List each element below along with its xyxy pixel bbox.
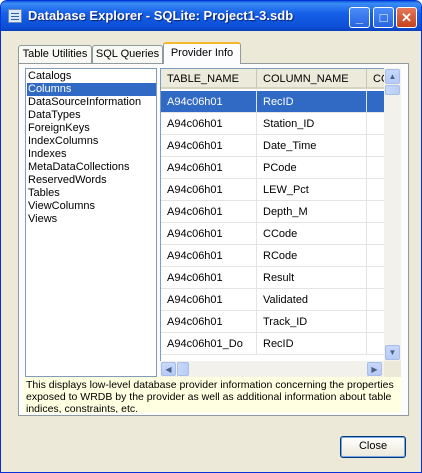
- table-cell[interactable]: Validated: [257, 289, 367, 311]
- table-cell[interactable]: A94c06h01: [161, 289, 257, 311]
- scroll-left-button[interactable]: ◀: [161, 362, 176, 376]
- table-cell[interactable]: A94c06h01: [161, 311, 257, 333]
- table-cell[interactable]: [367, 267, 385, 289]
- table-cell[interactable]: A94c06h01: [161, 91, 257, 113]
- grid-horizontal-scrollbar[interactable]: ◀ ▶: [160, 361, 384, 377]
- table-cell[interactable]: A94c06h01: [161, 223, 257, 245]
- table-cell[interactable]: RecID: [257, 333, 367, 355]
- table-cell[interactable]: Date_Time: [257, 135, 367, 157]
- table-cell[interactable]: A94c06h01: [161, 135, 257, 157]
- table-cell[interactable]: A94c06h01: [161, 245, 257, 267]
- minimize-button[interactable]: _: [349, 7, 370, 28]
- grid-vertical-scrollbar[interactable]: ▲ ▼: [384, 68, 401, 361]
- table-cell[interactable]: A94c06h01: [161, 113, 257, 135]
- table-cell[interactable]: A94c06h01: [161, 157, 257, 179]
- collection-item[interactable]: DataTypes: [27, 109, 156, 122]
- database-explorer-window: Database Explorer - SQLite: Project1-3.s…: [0, 0, 422, 473]
- table-cell[interactable]: PCode: [257, 157, 367, 179]
- collection-item[interactable]: Tables: [27, 187, 156, 200]
- table-cell[interactable]: [367, 91, 385, 113]
- table-cell[interactable]: RCode: [257, 245, 367, 267]
- column-header-co[interactable]: CO: [367, 69, 385, 89]
- table-cell[interactable]: [367, 179, 385, 201]
- collection-item[interactable]: Columns: [27, 83, 156, 96]
- tab-provider-info[interactable]: Provider Info: [163, 42, 241, 64]
- close-button[interactable]: Close: [340, 436, 406, 458]
- table-cell[interactable]: [367, 135, 385, 157]
- collection-item[interactable]: ReservedWords: [27, 174, 156, 187]
- window-title: Database Explorer - SQLite: Project1-3.s…: [28, 8, 294, 23]
- collection-item[interactable]: MetaDataCollections: [27, 161, 156, 174]
- tab-table-utilities[interactable]: Table Utilities: [18, 45, 92, 63]
- collection-item[interactable]: IndexColumns: [27, 135, 156, 148]
- column-header-column-name[interactable]: COLUMN_NAME: [257, 69, 367, 89]
- table-cell[interactable]: [367, 223, 385, 245]
- table-cell[interactable]: A94c06h01: [161, 201, 257, 223]
- table-cell[interactable]: Depth_M: [257, 201, 367, 223]
- column-header-table-name[interactable]: TABLE_NAME: [161, 69, 257, 89]
- table-cell[interactable]: [367, 311, 385, 333]
- table-cell[interactable]: [367, 289, 385, 311]
- tab-sql-queries[interactable]: SQL Queries: [92, 45, 163, 63]
- table-cell[interactable]: [367, 157, 385, 179]
- table-cell[interactable]: A94c06h01: [161, 179, 257, 201]
- table-cell[interactable]: [367, 333, 385, 355]
- scroll-down-button[interactable]: ▼: [385, 345, 400, 360]
- vertical-scroll-thumb[interactable]: [385, 85, 400, 95]
- collection-item[interactable]: DataSourceInformation: [27, 96, 156, 109]
- scroll-up-button[interactable]: ▲: [385, 69, 400, 84]
- collection-item[interactable]: Indexes: [27, 148, 156, 161]
- table-cell[interactable]: Result: [257, 267, 367, 289]
- collection-item[interactable]: ForeignKeys: [27, 122, 156, 135]
- database-icon: [8, 9, 22, 23]
- collections-list[interactable]: Catalogs Columns DataSourceInformation Data…: [25, 68, 157, 377]
- scrollbar-corner: [384, 361, 401, 377]
- table-cell[interactable]: Station_ID: [257, 113, 367, 135]
- table-cell[interactable]: [367, 113, 385, 135]
- table-cell[interactable]: Track_ID: [257, 311, 367, 333]
- close-window-button[interactable]: ✕: [396, 7, 417, 28]
- collection-item[interactable]: Views: [27, 213, 156, 226]
- table-cell[interactable]: LEW_Pct: [257, 179, 367, 201]
- horizontal-scroll-thumb[interactable]: [177, 362, 189, 376]
- table-cell[interactable]: A94c06h01: [161, 267, 257, 289]
- maximize-button[interactable]: □: [373, 7, 394, 28]
- title-bar[interactable]: Database Explorer - SQLite: Project1-3.s…: [1, 1, 421, 31]
- scroll-right-button[interactable]: ▶: [367, 362, 382, 376]
- collection-item[interactable]: Catalogs: [27, 70, 156, 83]
- table-cell[interactable]: A94c06h01_Do: [161, 333, 257, 355]
- metadata-grid[interactable]: TABLE_NAME COLUMN_NAME CO A94c06h01RecID…: [160, 68, 385, 362]
- collection-item[interactable]: ViewColumns: [27, 200, 156, 213]
- table-cell[interactable]: [367, 201, 385, 223]
- table-cell[interactable]: CCode: [257, 223, 367, 245]
- table-cell[interactable]: RecID: [257, 91, 367, 113]
- description-text: This displays low-level database provide…: [23, 377, 401, 413]
- table-cell[interactable]: [367, 245, 385, 267]
